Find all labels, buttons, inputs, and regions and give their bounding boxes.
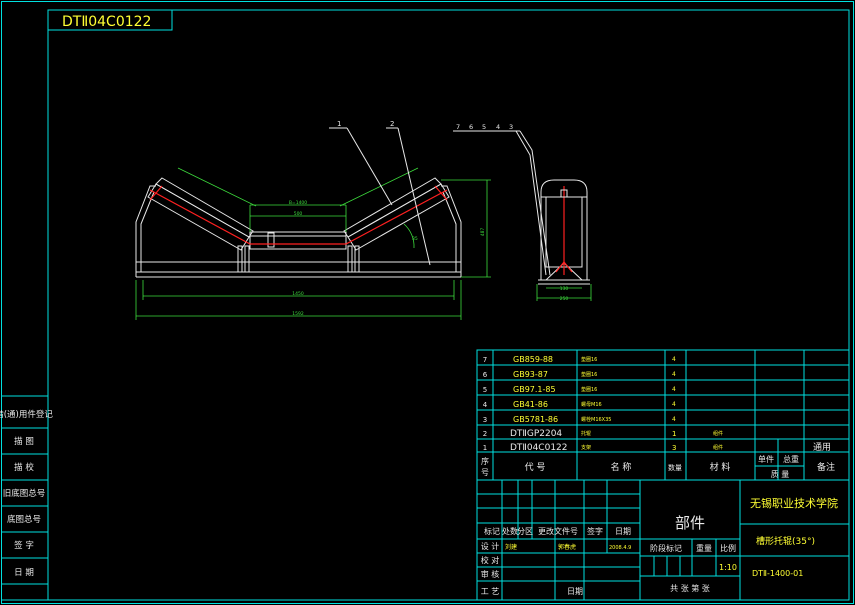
part-no-5: 2 <box>483 430 487 438</box>
hdr-no-1: 序 <box>481 456 489 466</box>
top-drawing-code: DTⅡ04C0122 <box>62 14 151 30</box>
rev-hdr-4: 签字 <box>587 526 603 536</box>
side-balloon-3: 3 <box>509 123 513 131</box>
front-balloon-2: 2 <box>390 120 394 128</box>
dim-span: 1450 <box>292 291 304 297</box>
part-qty-3: 4 <box>672 401 676 408</box>
left-strip: 借(通)用件登记 描 图 描 校 旧底图总号 底图总号 签 字 日 期 <box>0 395 53 601</box>
scale-label: 比例 <box>720 543 736 553</box>
checker-name: 郭春虎 <box>558 543 576 551</box>
hdr-total-weight: 总重 <box>783 454 799 464</box>
strip-label-0: 借(通)用件登记 <box>0 409 53 420</box>
hdr-remark: 备注 <box>817 461 835 473</box>
part-no-3: 4 <box>483 401 488 409</box>
rev-hdr-5: 日期 <box>615 527 631 536</box>
part-no-6: 1 <box>483 444 487 452</box>
front-view: B=1400 500 1450 1592 487 35 1 2 <box>135 120 491 320</box>
hdr-qty: 数量 <box>668 463 682 472</box>
role-check: 校 对 <box>481 555 500 565</box>
part-code-5: DTⅡGP2204 <box>510 429 562 439</box>
drawing-title: 槽形托辊(35°) <box>756 535 815 547</box>
hdr-unit-weight: 单件 <box>758 454 774 464</box>
design-date: 2008.4.9 <box>609 545 631 551</box>
part-code-6: DTⅡ04C0122 <box>510 443 568 453</box>
part-no-4: 3 <box>483 416 487 424</box>
part-material-6: 组件 <box>713 444 723 451</box>
part-code-2: GB97.1-85 <box>513 385 556 394</box>
category-label: 部件 <box>675 514 705 532</box>
side-dim-outer: 250 <box>560 296 569 302</box>
side-view: 7 6 5 4 3 130 250 <box>453 123 592 302</box>
side-dim-inner: 130 <box>560 286 569 292</box>
role-review: 审 核 <box>481 569 500 579</box>
side-balloon-7: 7 <box>456 123 460 131</box>
strip-label-2: 描 校 <box>14 462 34 473</box>
part-no-1: 6 <box>483 371 488 379</box>
strip-label-5: 签 字 <box>14 540 34 551</box>
role-process: 工 艺 <box>481 587 500 596</box>
part-name-2: 垫圈16 <box>581 386 597 393</box>
scale-value: 1:10 <box>719 563 737 572</box>
rev-hdr-1: 处数 <box>502 526 518 536</box>
side-balloon-6: 6 <box>469 123 473 131</box>
drawing-number: DTⅡ-1400-01 <box>752 569 803 578</box>
hdr-name: 名 称 <box>611 461 632 473</box>
part-qty-2: 4 <box>672 386 676 393</box>
rev-hdr-0: 标记 <box>484 526 500 536</box>
title-block: 标记 处数 分区 更改文件号 签字 日期 设 计 校 对 审 核 工 艺 刘建 … <box>476 479 850 601</box>
designer-name: 刘建 <box>505 543 517 551</box>
dim-inner-gap: 500 <box>294 211 303 217</box>
part-name-6: 支架 <box>581 444 591 451</box>
approve-date-label: 日期 <box>567 587 583 596</box>
sheets-label: 共 张 第 张 <box>670 583 710 593</box>
parts-list: 7 GB859-88 垫圈16 4 6 GB93-87 垫圈16 4 5 GB9… <box>476 349 850 481</box>
dim-belt-width: B=1400 <box>289 200 307 206</box>
rev-hdr-2: 分区 <box>517 527 533 536</box>
outer-border <box>1 1 854 604</box>
drawing-sheet: DTⅡ04C0122 借(通)用件登记 描 图 描 校 旧底图总号 底图总号 签… <box>0 1 854 604</box>
strip-label-4: 底图总号 <box>7 514 41 525</box>
part-remark-6: 通用 <box>813 442 831 453</box>
part-code-1: GB93-87 <box>513 370 548 379</box>
dim-height: 487 <box>480 228 486 237</box>
part-qty-0: 4 <box>672 356 676 363</box>
weight-label: 重量 <box>696 543 712 553</box>
part-qty-6: 3 <box>672 444 676 452</box>
dim-angle: 35 <box>412 236 418 242</box>
part-qty-5: 1 <box>672 430 676 438</box>
part-name-1: 垫圈16 <box>581 371 597 378</box>
rev-hdr-3: 更改文件号 <box>538 526 578 536</box>
part-code-0: GB859-88 <box>513 355 553 364</box>
dim-overall: 1592 <box>292 311 304 317</box>
part-qty-4: 4 <box>672 416 676 423</box>
part-qty-1: 4 <box>672 371 676 378</box>
strip-label-6: 日 期 <box>14 568 34 578</box>
hdr-mass: 质 量 <box>771 469 790 479</box>
part-code-3: GB41-86 <box>513 400 548 409</box>
part-name-0: 垫圈16 <box>581 356 597 363</box>
part-name-5: 托辊 <box>581 430 591 437</box>
part-name-3: 螺母M16 <box>581 401 602 408</box>
strip-label-1: 描 图 <box>14 436 34 447</box>
side-balloon-5: 5 <box>482 123 486 131</box>
side-balloon-4: 4 <box>496 123 500 131</box>
hdr-material: 材 料 <box>710 461 731 473</box>
school-name: 无锡职业技术学院 <box>750 496 838 510</box>
hdr-code: 代 号 <box>525 462 546 473</box>
part-name-4: 螺栓M16X35 <box>581 416 611 423</box>
inner-border <box>47 9 850 601</box>
hdr-no-2: 号 <box>481 468 489 477</box>
role-design: 设 计 <box>481 541 500 551</box>
part-no-0: 7 <box>483 356 487 364</box>
stage-label: 阶段标记 <box>650 543 682 553</box>
part-material-5: 组件 <box>713 430 723 437</box>
part-no-2: 5 <box>483 386 487 394</box>
strip-label-3: 旧底图总号 <box>3 488 46 499</box>
front-balloon-1: 1 <box>337 120 341 128</box>
part-code-4: GB5781-86 <box>513 415 558 424</box>
